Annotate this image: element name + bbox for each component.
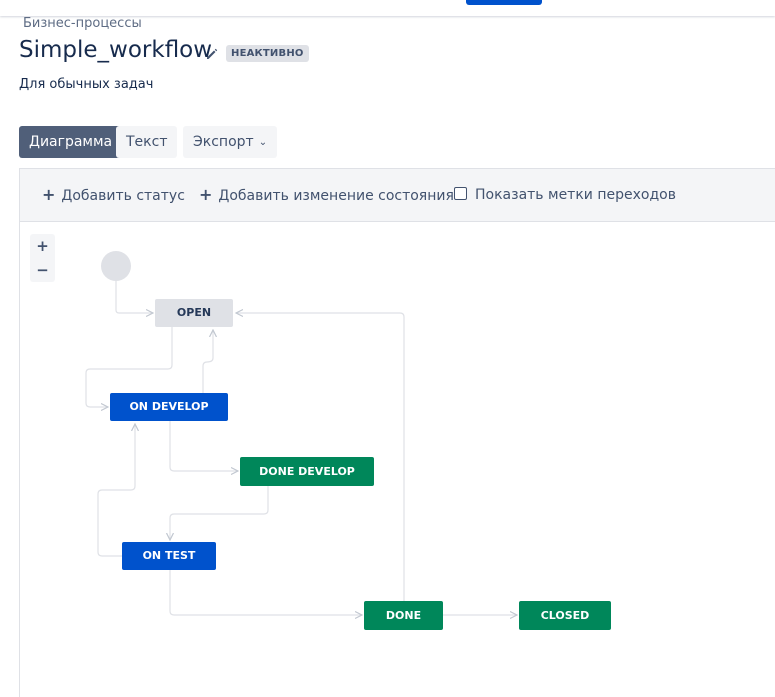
status-node-on-develop[interactable]: ON DEVELOP (110, 393, 228, 421)
status-node-done[interactable]: DONE (364, 601, 443, 630)
start-node[interactable] (101, 251, 131, 281)
transition-start-open (115, 281, 153, 313)
status-node-closed[interactable]: CLOSED (519, 601, 611, 630)
transition-ondevelop-donedevelop (169, 421, 238, 471)
transition-ontest-ondevelop (97, 424, 135, 557)
status-node-done-develop[interactable]: DONE DEVELOP (240, 457, 374, 486)
status-node-on-test[interactable]: ON TEST (122, 542, 216, 570)
transition-donedevelop-ontest (170, 486, 269, 540)
transition-arrows (85, 281, 775, 696)
transition-ondevelop-open (202, 330, 213, 393)
status-node-open[interactable]: OPEN (155, 299, 233, 327)
transition-ontest-done (169, 570, 362, 615)
